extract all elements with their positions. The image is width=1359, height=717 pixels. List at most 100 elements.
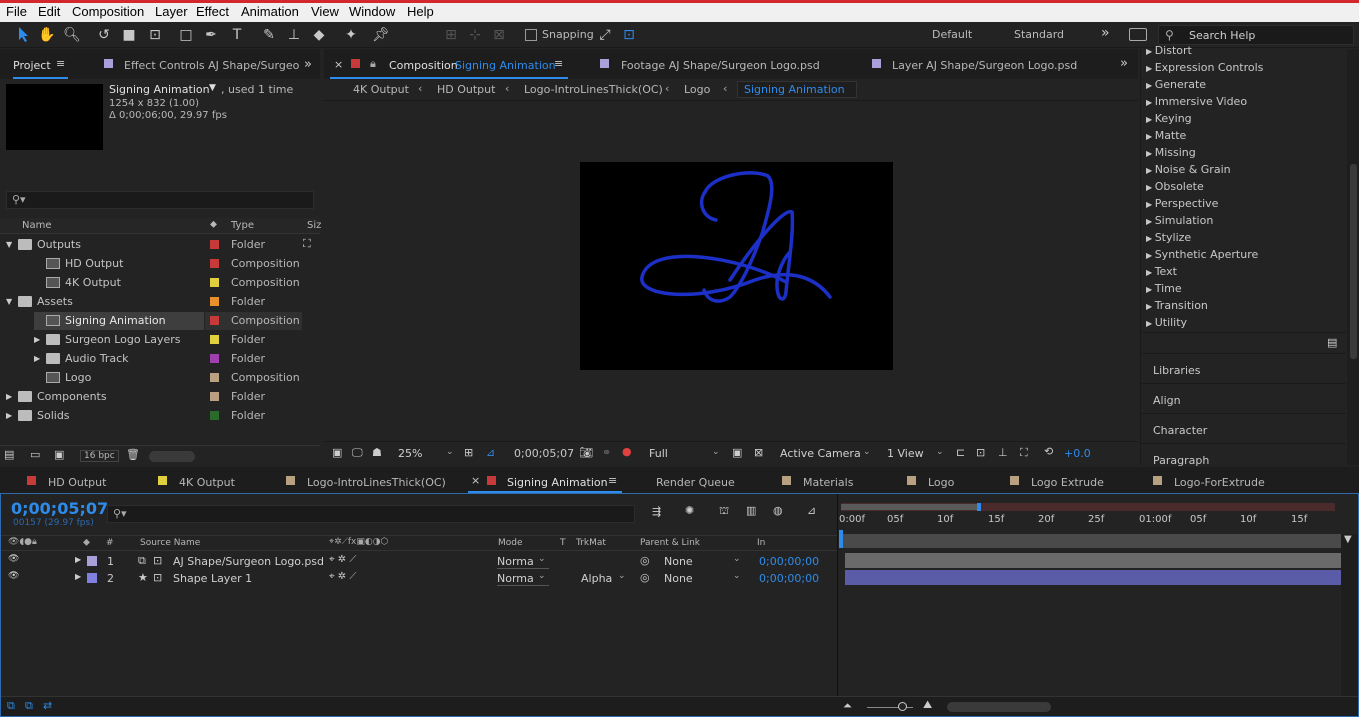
axis-view-icon[interactable]: ⊠ <box>490 26 508 44</box>
right-scrollbar-thumb[interactable] <box>1350 164 1357 359</box>
project-item-row[interactable]: 4K Output Composition <box>0 273 320 292</box>
twirl-open-icon[interactable]: ▼ <box>6 240 12 249</box>
label-color-swatch[interactable] <box>210 240 219 249</box>
time-zoom-slider-thumb[interactable] <box>898 702 907 711</box>
layer-in-point[interactable]: 0;00;00;00 <box>759 555 819 568</box>
flowchart-viewer-icon[interactable]: ⛶ <box>1020 446 1028 460</box>
mode-dropdown-icon[interactable]: ⌄ <box>538 571 546 581</box>
layer-1-bar[interactable] <box>845 553 1341 568</box>
layer-in-point[interactable]: 0;00;00;00 <box>759 572 819 585</box>
eraser-tool-icon[interactable]: ◆ <box>310 26 328 44</box>
zoom-dropdown-icon[interactable]: ⌄ <box>446 447 454 457</box>
layer-switches[interactable]: ⌖ ✲ ⟋ <box>329 571 356 582</box>
draft-3d-timeline-icon[interactable]: ✺ <box>685 504 694 517</box>
views-select[interactable]: 1 View <box>887 447 924 460</box>
interpret-footage-icon[interactable]: ▤ <box>4 448 14 461</box>
always-preview-icon[interactable]: ▣ <box>332 446 342 459</box>
hand-tool-icon[interactable]: ✋ <box>38 26 56 44</box>
snap-edges-icon[interactable]: ⤢ <box>596 26 614 44</box>
twirl-closed-icon[interactable]: ▶ <box>1146 115 1155 124</box>
project-item-row[interactable]: HD Output Composition <box>0 254 320 273</box>
color-channels-icon[interactable]: ● <box>622 445 632 458</box>
rectangle-tool-icon[interactable]: □ <box>177 26 195 44</box>
timeline-tab[interactable]: Materials <box>803 476 853 489</box>
bpc-button[interactable]: 16 bpc <box>80 450 119 462</box>
menu-view[interactable]: View <box>311 4 339 19</box>
label-col-icon[interactable]: ⬥ <box>210 219 217 230</box>
composition-viewer[interactable] <box>324 101 1138 441</box>
work-area-bar[interactable] <box>841 503 1335 511</box>
workspace-default[interactable]: Default <box>932 28 972 41</box>
new-folder-icon[interactable]: ▭ <box>30 448 40 461</box>
camera-select[interactable]: Active Camera <box>780 447 861 460</box>
comp-canvas[interactable] <box>580 162 893 370</box>
time-ruler[interactable]: 0:00f 05f 10f 15f 20f 25f 01:00f 05f 10f 15f <box>839 512 1341 530</box>
layer-label-swatch[interactable] <box>87 573 97 583</box>
mask-visibility-icon[interactable]: ☗ <box>372 446 382 459</box>
transfer-controls-icon[interactable]: ⧉ <box>25 699 33 713</box>
graph-editor-icon[interactable]: ⊿ <box>807 504 816 517</box>
parent-dropdown-icon[interactable]: ⌄ <box>733 571 741 581</box>
label-color-swatch[interactable] <box>210 278 219 287</box>
project-item-row[interactable]: ▶ Solids Folder <box>0 406 320 425</box>
work-area-end-handle[interactable] <box>977 503 981 511</box>
axis-world-icon[interactable]: ⊹ <box>466 26 484 44</box>
timeline-search-input[interactable]: ⚲▾ <box>107 505 635 523</box>
project-item-row[interactable]: Logo Composition <box>0 368 320 387</box>
timeline-timecode[interactable]: 0;00;05;07 <box>11 499 108 518</box>
zoom-out-time-icon[interactable]: ⏶ <box>843 699 852 713</box>
tab-composition-name[interactable]: Signing Animation <box>455 59 556 72</box>
draft-3d-icon[interactable]: ⊡ <box>976 446 985 459</box>
col-source-name[interactable]: Source Name <box>140 538 200 548</box>
twirl-closed-icon[interactable]: ▶ <box>1146 251 1155 260</box>
more-workspaces-icon[interactable]: » <box>1101 25 1110 41</box>
twirl-closed-icon[interactable]: ▶ <box>1146 166 1155 175</box>
twirl-closed-icon[interactable]: ▶ <box>1146 268 1155 277</box>
viewer-menu-icon[interactable]: ≡ <box>554 57 563 70</box>
timeline-tab[interactable]: Render Queue <box>656 476 735 489</box>
effect-category[interactable]: ▶ Distort <box>1146 44 1192 57</box>
clone-stamp-tool-icon[interactable]: ⊥ <box>285 26 303 44</box>
menu-animation[interactable]: Animation <box>241 4 299 19</box>
trkmat-dropdown-icon[interactable]: ⌄ <box>618 571 626 581</box>
puppet-pin-tool-icon[interactable]: 📌︎ <box>372 26 390 44</box>
effect-category[interactable]: ▶ Missing <box>1146 146 1196 159</box>
project-item-row[interactable]: ▼ Outputs Folder <box>0 235 320 254</box>
layer-name[interactable]: AJ Shape/Surgeon Logo.psd <box>173 555 324 568</box>
video-visibility-icon[interactable]: 👁︎ <box>8 571 19 581</box>
workspace-menu-icon[interactable] <box>1129 28 1147 41</box>
twirl-closed-icon[interactable]: ▶ <box>34 354 40 363</box>
effect-category[interactable]: ▶ Transition <box>1146 299 1208 312</box>
twirl-closed-icon[interactable]: ▶ <box>1146 64 1155 73</box>
breadcrumb-signing-animation[interactable]: Signing Animation <box>737 81 857 98</box>
mode-dropdown-icon[interactable]: ⌄ <box>538 554 546 564</box>
motion-blur-icon[interactable]: ◍ <box>773 504 783 517</box>
tab-layer[interactable]: Layer AJ Shape/Surgeon Logo.psd <box>892 59 1077 72</box>
close-tab-icon[interactable]: × <box>471 474 480 487</box>
effect-category[interactable]: ▶ Obsolete <box>1146 180 1204 193</box>
effect-category[interactable]: ▶ Generate <box>1146 78 1206 91</box>
workspace-standard[interactable]: Standard <box>1014 28 1064 41</box>
label-color-swatch[interactable] <box>210 373 219 382</box>
timeline-scroll-top-icon[interactable]: ▼ <box>1344 534 1354 545</box>
pen-tool-icon[interactable]: ✒ <box>202 26 220 44</box>
frame-blending-icon[interactable]: ▥ <box>746 504 756 517</box>
hide-shy-layers-icon[interactable]: ⛫ <box>719 504 729 519</box>
effect-category[interactable]: ▶ Text <box>1146 265 1177 278</box>
pan-behind-tool-icon[interactable]: ⊡ <box>146 26 164 44</box>
grid-icon[interactable]: ⊞ <box>464 446 473 459</box>
av-features-icons[interactable]: 👁︎◖●🔒︎ <box>8 537 37 547</box>
tab-composition-prefix[interactable]: Composition <box>389 59 458 72</box>
timeline-tab[interactable]: Logo Extrude <box>1031 476 1104 489</box>
selection-tool-icon[interactable] <box>14 26 32 44</box>
col-parent-link[interactable]: Parent & Link <box>640 538 700 548</box>
effect-category[interactable]: ▶ Expression Controls <box>1146 61 1263 74</box>
zoom-tool-icon[interactable]: 🔍︎ <box>63 26 81 44</box>
col-type[interactable]: Type <box>231 220 254 231</box>
rotate-tool-icon[interactable]: ↺ <box>95 26 113 44</box>
twirl-closed-icon[interactable]: ▶ <box>1146 47 1155 56</box>
new-comp-icon[interactable]: ▣ <box>54 448 64 461</box>
right-scrollbar[interactable] <box>1347 49 1359 465</box>
collapsed-panel-libraries[interactable]: Libraries <box>1141 353 1346 383</box>
type-tool-icon[interactable]: T <box>228 26 246 44</box>
